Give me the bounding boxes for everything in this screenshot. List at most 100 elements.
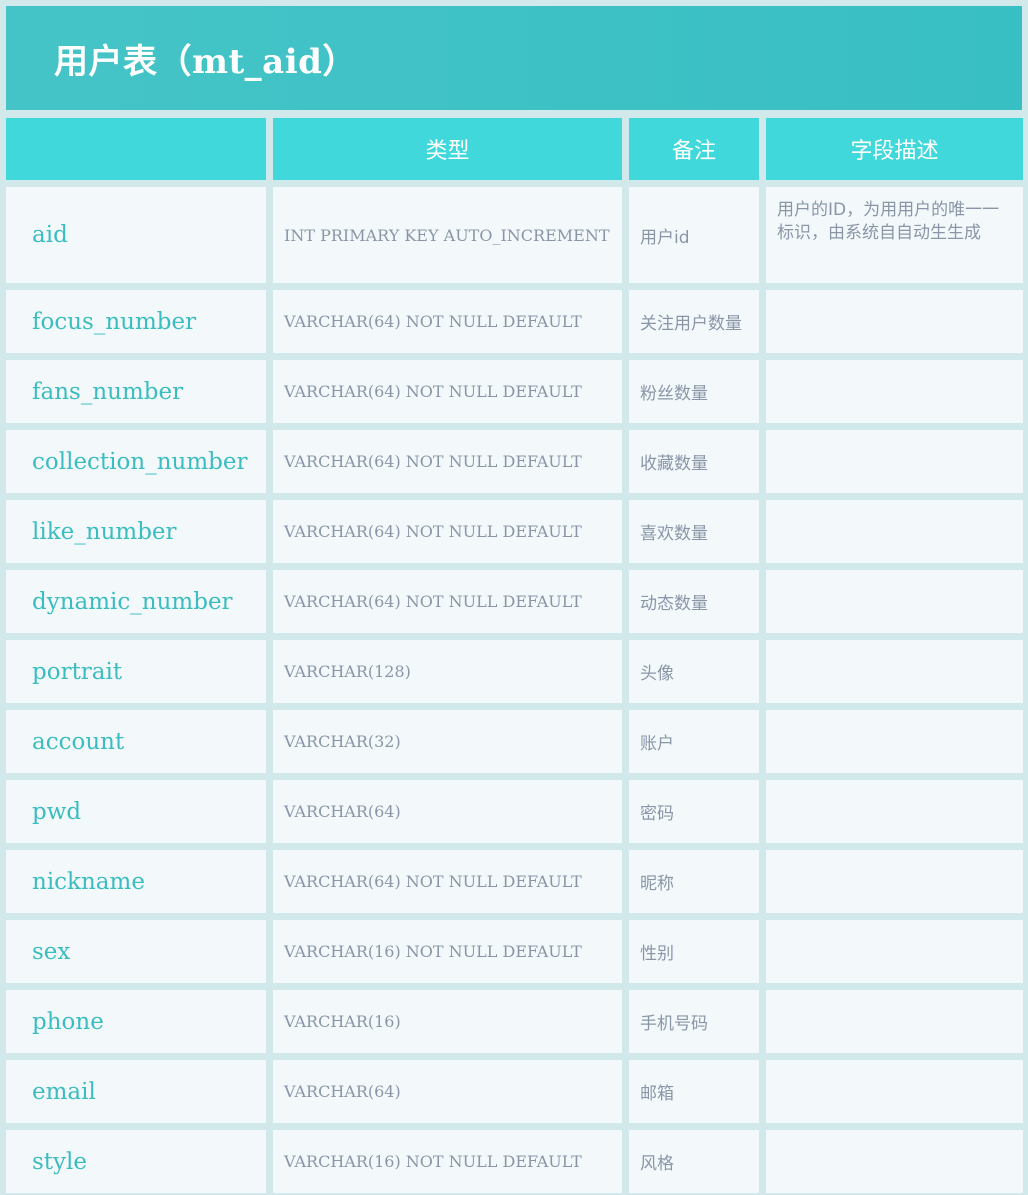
field-name-cell: collection_number bbox=[6, 430, 266, 493]
field-name-cell: nickname bbox=[6, 850, 266, 913]
field-note: 邮箱 bbox=[640, 1084, 674, 1104]
field-name-cell: sex bbox=[6, 920, 266, 983]
field-note: 密码 bbox=[640, 804, 674, 824]
field-note: 性别 bbox=[640, 944, 674, 964]
header-type: 类型 bbox=[273, 118, 622, 180]
field-type-cell: VARCHAR(16) NOT NULL DEFAULT bbox=[273, 920, 622, 983]
field-type: VARCHAR(64) NOT NULL DEFAULT bbox=[284, 312, 582, 331]
field-type: VARCHAR(64) NOT NULL DEFAULT bbox=[284, 452, 582, 471]
field-note: 动态数量 bbox=[640, 594, 708, 614]
field-name: style bbox=[32, 1148, 88, 1175]
field-note: 风格 bbox=[640, 1154, 674, 1174]
field-note-cell: 邮箱 bbox=[629, 1060, 759, 1123]
field-type: VARCHAR(16) bbox=[284, 1012, 401, 1031]
field-name: account bbox=[32, 728, 125, 755]
field-type: VARCHAR(128) bbox=[284, 662, 411, 681]
field-name: phone bbox=[32, 1008, 104, 1035]
field-note-cell: 喜欢数量 bbox=[629, 500, 759, 563]
field-type-cell: VARCHAR(64) bbox=[273, 1060, 622, 1123]
field-name-cell: account bbox=[6, 710, 266, 773]
field-name: nickname bbox=[32, 868, 145, 895]
field-type: VARCHAR(64) bbox=[284, 802, 401, 821]
field-name-cell: style bbox=[6, 1130, 266, 1193]
field-note-cell: 收藏数量 bbox=[629, 430, 759, 493]
field-type: VARCHAR(64) bbox=[284, 1082, 401, 1101]
field-note: 账户 bbox=[640, 734, 674, 754]
field-name: collection_number bbox=[32, 448, 248, 475]
field-description-cell bbox=[766, 1130, 1023, 1193]
field-description: 用户的ID，为用用户的唯一一标识，由系统自自动生生成 bbox=[777, 200, 1000, 243]
field-name: pwd bbox=[32, 798, 82, 825]
field-note: 收藏数量 bbox=[640, 454, 708, 474]
field-note-cell: 头像 bbox=[629, 640, 759, 703]
field-type: VARCHAR(64) NOT NULL DEFAULT bbox=[284, 872, 582, 891]
document-page: 用户表（mt_aid） 类型 备注 字段描述 aid INT PRIMARY KE… bbox=[0, 0, 1028, 1195]
field-name-cell: email bbox=[6, 1060, 266, 1123]
field-name-cell: portrait bbox=[6, 640, 266, 703]
field-description-cell bbox=[766, 430, 1023, 493]
field-table: 类型 备注 字段描述 aid INT PRIMARY KEY AUTO_INCRE… bbox=[6, 118, 1023, 1193]
field-name: dynamic_number bbox=[32, 588, 233, 615]
field-note-cell: 动态数量 bbox=[629, 570, 759, 633]
field-type-cell: VARCHAR(64) NOT NULL DEFAULT bbox=[273, 500, 622, 563]
field-name: aid bbox=[32, 222, 68, 248]
field-type-cell: INT PRIMARY KEY AUTO_INCREMENT bbox=[273, 187, 622, 283]
field-description-cell bbox=[766, 500, 1023, 563]
field-note: 粉丝数量 bbox=[640, 384, 708, 404]
field-note-cell: 关注用户数量 bbox=[629, 290, 759, 353]
field-type-cell: VARCHAR(64) bbox=[273, 780, 622, 843]
header-note: 备注 bbox=[629, 118, 759, 180]
field-type: VARCHAR(32) bbox=[284, 732, 401, 751]
field-type-cell: VARCHAR(16) NOT NULL DEFAULT bbox=[273, 1130, 622, 1193]
table-title: 用户表（mt_aid） bbox=[54, 41, 357, 82]
field-description-cell bbox=[766, 780, 1023, 843]
field-type-cell: VARCHAR(64) NOT NULL DEFAULT bbox=[273, 290, 622, 353]
field-description-cell bbox=[766, 990, 1023, 1053]
field-name-cell: like_number bbox=[6, 500, 266, 563]
field-description-cell bbox=[766, 710, 1023, 773]
field-type-cell: VARCHAR(64) NOT NULL DEFAULT bbox=[273, 850, 622, 913]
field-description-cell bbox=[766, 1060, 1023, 1123]
field-note-cell: 粉丝数量 bbox=[629, 360, 759, 423]
field-description-cell: 用户的ID，为用用户的唯一一标识，由系统自自动生生成 bbox=[766, 187, 1023, 283]
field-description-cell bbox=[766, 850, 1023, 913]
field-note: 手机号码 bbox=[640, 1014, 708, 1034]
field-type: INT PRIMARY KEY AUTO_INCREMENT bbox=[284, 225, 610, 245]
field-type-cell: VARCHAR(128) bbox=[273, 640, 622, 703]
field-name-cell: phone bbox=[6, 990, 266, 1053]
field-name: fans_number bbox=[32, 378, 184, 405]
field-type: VARCHAR(16) NOT NULL DEFAULT bbox=[284, 942, 582, 961]
field-name: focus_number bbox=[32, 308, 197, 335]
field-description-cell bbox=[766, 290, 1023, 353]
field-note-cell: 密码 bbox=[629, 780, 759, 843]
field-name: portrait bbox=[32, 658, 123, 685]
field-note: 关注用户数量 bbox=[640, 314, 742, 334]
header-description: 字段描述 bbox=[766, 118, 1023, 180]
field-type: VARCHAR(16) NOT NULL DEFAULT bbox=[284, 1152, 582, 1171]
field-type-cell: VARCHAR(64) NOT NULL DEFAULT bbox=[273, 360, 622, 423]
field-note: 用户id bbox=[640, 227, 690, 248]
title-bar: 用户表（mt_aid） bbox=[6, 6, 1022, 110]
field-name-cell: dynamic_number bbox=[6, 570, 266, 633]
field-description-cell bbox=[766, 570, 1023, 633]
field-note-cell: 手机号码 bbox=[629, 990, 759, 1053]
field-note: 头像 bbox=[640, 664, 674, 684]
field-description-cell bbox=[766, 640, 1023, 703]
field-name-cell: focus_number bbox=[6, 290, 266, 353]
header-field bbox=[6, 118, 266, 180]
field-name-cell: pwd bbox=[6, 780, 266, 843]
field-type: VARCHAR(64) NOT NULL DEFAULT bbox=[284, 382, 582, 401]
field-type-cell: VARCHAR(64) NOT NULL DEFAULT bbox=[273, 430, 622, 493]
field-type-cell: VARCHAR(64) NOT NULL DEFAULT bbox=[273, 570, 622, 633]
field-name-cell: fans_number bbox=[6, 360, 266, 423]
field-name-cell: aid bbox=[6, 187, 266, 283]
field-name: sex bbox=[32, 938, 71, 965]
field-description-cell bbox=[766, 360, 1023, 423]
field-note-cell: 风格 bbox=[629, 1130, 759, 1193]
field-note-cell: 昵称 bbox=[629, 850, 759, 913]
field-type-cell: VARCHAR(32) bbox=[273, 710, 622, 773]
field-note-cell: 性别 bbox=[629, 920, 759, 983]
field-description-cell bbox=[766, 920, 1023, 983]
field-note: 昵称 bbox=[640, 874, 674, 894]
field-name: email bbox=[32, 1078, 96, 1105]
